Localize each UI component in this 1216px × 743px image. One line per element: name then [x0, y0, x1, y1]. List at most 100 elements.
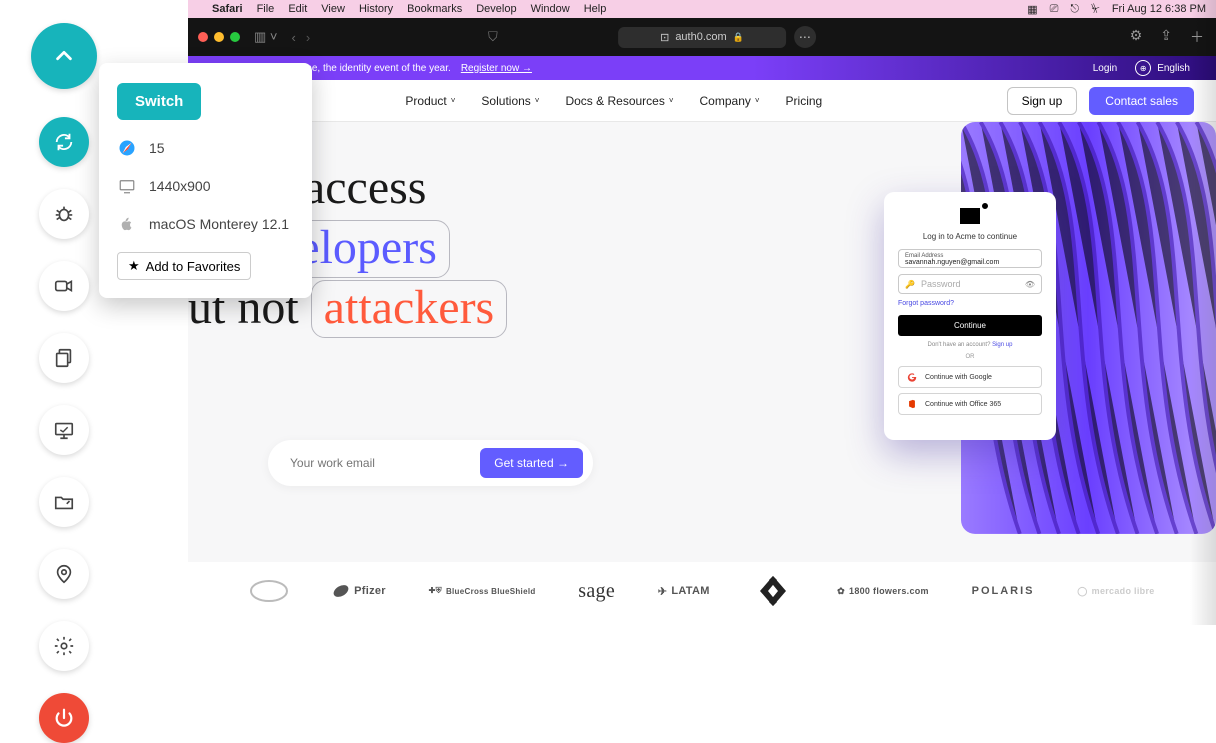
menu-help[interactable]: Help — [584, 3, 607, 15]
nav-solutions[interactable]: Solutions˅ — [481, 94, 539, 108]
docs-button[interactable] — [39, 333, 89, 383]
bug-button[interactable] — [39, 189, 89, 239]
newtab-icon[interactable]: ＋ — [1190, 27, 1204, 47]
logo-1800flowers: ✿ 1800 flowers.com — [837, 586, 929, 597]
menu-history[interactable]: History — [359, 3, 393, 15]
flag-icon[interactable]: ▦ — [1027, 3, 1037, 16]
location-icon — [53, 563, 75, 585]
safari-toolbar: ▥ ˅ ‹ › ⛉ ⊡ auth0.com 🔒 ⋯ ⚙ ⇪ ＋ — [188, 18, 1216, 56]
power-icon — [53, 707, 75, 729]
logo-polaris: POLARIS — [972, 585, 1035, 597]
lock-icon: 🔒 — [733, 32, 744, 43]
password-field[interactable]: 🔑 Password 👁 — [898, 274, 1042, 294]
browser-version: 15 — [149, 140, 165, 156]
nav-docs[interactable]: Docs & Resources˅ — [565, 94, 673, 108]
reader-icon[interactable]: ⋯ — [794, 26, 816, 48]
star-icon: ★ — [128, 258, 140, 274]
email-field[interactable]: Email Address savannah.nguyen@gmail.com — [898, 249, 1042, 268]
video-button[interactable] — [39, 261, 89, 311]
display-button[interactable] — [39, 405, 89, 455]
customer-logos: Pfizer ✚⛨ BlueCross BlueShield sage ✈ LA… — [188, 551, 1216, 625]
folder-button[interactable] — [39, 477, 89, 527]
browser-row: 15 — [117, 138, 294, 158]
resolution-row: 1440x900 — [117, 176, 294, 196]
office-icon — [907, 399, 917, 409]
office-sso-button[interactable]: Continue with Office 365 — [898, 393, 1042, 415]
share-icon[interactable]: ⇪ — [1160, 27, 1172, 47]
bt-icon[interactable]: ⏧ — [1091, 3, 1100, 16]
menu-bookmarks[interactable]: Bookmarks — [407, 3, 462, 15]
power-button[interactable] — [39, 693, 89, 743]
hero-section: ecure access r developers ut not attacke… — [188, 122, 1216, 562]
language-switch[interactable]: ⊕ English — [1135, 60, 1190, 76]
switch-button[interactable]: Switch — [117, 83, 201, 120]
sidebar-toggle-icon[interactable]: ▥ ˅ — [254, 29, 278, 45]
email-capture: Get started → — [268, 440, 593, 486]
nav-fwd-icon[interactable]: › — [306, 30, 310, 45]
device-viewport: Safari File Edit View History Bookmarks … — [188, 0, 1216, 625]
shield-icon[interactable]: ⛉ — [488, 29, 498, 45]
address-bar[interactable]: ⊡ auth0.com 🔒 ⋯ — [618, 27, 786, 48]
announcement-bar: an Francisco at Oktane, the identity eve… — [188, 56, 1216, 80]
chevron-up-icon — [53, 45, 75, 67]
wifi-icon[interactable]: ⎋ — [1070, 3, 1079, 16]
nav-product[interactable]: Product˅ — [405, 94, 455, 108]
globe-icon: ⊕ — [1135, 60, 1151, 76]
login-link[interactable]: Login — [1093, 63, 1117, 74]
settings-button[interactable] — [39, 621, 89, 671]
window-max-icon[interactable] — [230, 32, 240, 42]
google-sso-button[interactable]: Continue with Google — [898, 366, 1042, 388]
clock: Fri Aug 12 6:38 PM — [1112, 3, 1206, 15]
nav-pricing[interactable]: Pricing — [786, 94, 823, 108]
collapse-button[interactable] — [31, 23, 97, 89]
logo-latam: ✈ LATAM — [658, 585, 710, 598]
os-value: macOS Monterey 12.1 — [149, 216, 289, 232]
menu-develop[interactable]: Develop — [476, 3, 516, 15]
forgot-password-link[interactable]: Forgot password? — [898, 300, 1042, 307]
logo-bluecross: ✚⛨ BlueCross BlueShield — [429, 586, 536, 596]
language-label: English — [1157, 63, 1190, 74]
window-close-icon[interactable] — [198, 32, 208, 42]
add-favorites-button[interactable]: ★ Add to Favorites — [117, 252, 251, 280]
window-min-icon[interactable] — [214, 32, 224, 42]
monitor-icon — [117, 176, 137, 196]
session-popover: Switch 15 1440x900 macOS Monterey 12.1 ★… — [99, 63, 312, 298]
logo-sage: sage — [578, 580, 615, 603]
site-nav: ▸ Product˅ Solutions˅ Docs & Resources˅ … — [188, 80, 1216, 122]
work-email-input[interactable] — [290, 456, 460, 470]
site-icon: ⊡ — [660, 31, 669, 44]
login-title: Log in to Acme to continue — [898, 232, 1042, 241]
menu-window[interactable]: Window — [531, 3, 570, 15]
menu-view[interactable]: View — [321, 3, 345, 15]
register-link[interactable]: Register now → — [461, 63, 532, 74]
logo-mercadolibre: ◯ mercado libre — [1077, 586, 1154, 597]
login-card: Log in to Acme to continue Email Address… — [884, 192, 1056, 440]
google-icon — [907, 372, 917, 382]
os-row: macOS Monterey 12.1 — [117, 214, 294, 234]
app-name[interactable]: Safari — [212, 3, 243, 15]
resolution-value: 1440x900 — [149, 178, 211, 194]
location-button[interactable] — [39, 549, 89, 599]
nav-back-icon[interactable]: ‹ — [292, 30, 296, 45]
signup-link[interactable]: Sign up — [992, 342, 1012, 348]
safari-icon — [117, 138, 137, 158]
extensions-icon[interactable]: ⚙ — [1130, 27, 1143, 47]
signup-prompt: Don't have an account? Sign up — [898, 342, 1042, 348]
contact-sales-button[interactable]: Contact sales — [1089, 87, 1194, 115]
get-started-button[interactable]: Get started → — [480, 448, 583, 478]
menu-edit[interactable]: Edit — [288, 3, 307, 15]
tray-icon[interactable]: ⎚ — [1050, 3, 1059, 16]
video-icon — [53, 275, 75, 297]
nav-company[interactable]: Company˅ — [700, 94, 760, 108]
acme-logo-icon — [960, 208, 980, 224]
folder-icon — [53, 491, 75, 513]
signup-button[interactable]: Sign up — [1007, 87, 1078, 115]
mac-menubar: Safari File Edit View History Bookmarks … — [188, 0, 1216, 18]
sync-button[interactable] — [39, 117, 89, 167]
gear-icon — [53, 635, 75, 657]
divider-or: OR — [898, 354, 1042, 360]
continue-button[interactable]: Continue — [898, 315, 1042, 336]
eye-icon[interactable]: 👁 — [1025, 280, 1035, 289]
tool-sidebar — [39, 23, 97, 743]
menu-file[interactable]: File — [257, 3, 275, 15]
